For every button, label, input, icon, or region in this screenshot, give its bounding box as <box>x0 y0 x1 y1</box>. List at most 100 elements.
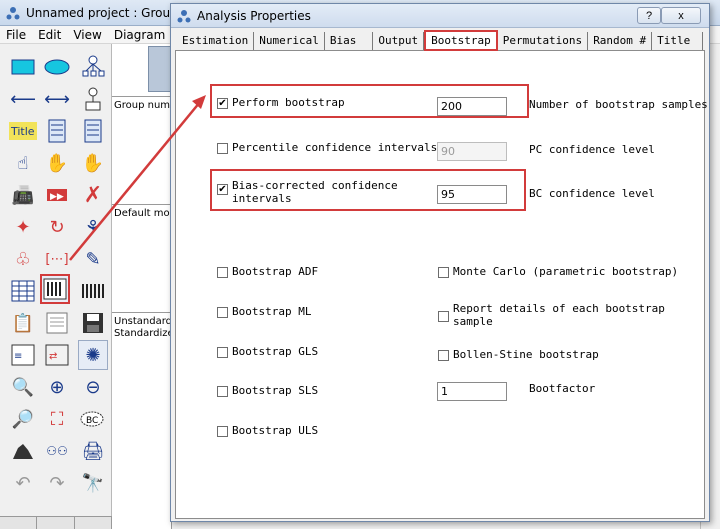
move-object-icon[interactable]: ▶▶ <box>42 180 72 210</box>
bootstrap-uls-label[interactable]: Bootstrap ULS <box>232 424 318 437</box>
help-button[interactable]: ? <box>637 7 661 24</box>
bootstrap-sls-checkbox[interactable] <box>217 386 228 397</box>
rotate-icon[interactable]: ↻ <box>42 212 72 242</box>
drag-properties-icon[interactable]: [⋯] <box>42 244 72 274</box>
analysis-properties-icon[interactable] <box>40 274 70 304</box>
rectangle-icon[interactable] <box>8 52 38 82</box>
check-icon: ✔ <box>218 183 227 195</box>
unique-variable-icon[interactable] <box>78 84 108 114</box>
bootfactor-label: Bootfactor <box>529 382 596 395</box>
touch-up-icon[interactable]: ✺ <box>78 340 108 370</box>
tab-numerical[interactable]: Numerical <box>254 32 325 50</box>
page-view-icon[interactable]: 🔎 <box>8 404 38 434</box>
dialog-titlebar[interactable]: Analysis Properties ? x <box>171 4 709 28</box>
bootstrap-gls-checkbox[interactable] <box>217 347 228 358</box>
menu-edit[interactable]: Edit <box>32 28 67 42</box>
percentile-ci-checkbox[interactable] <box>217 143 228 154</box>
bootstrap-tab-page: ✔ Perform bootstrap 200 Number of bootst… <box>175 50 708 519</box>
bollen-stine-checkbox[interactable] <box>438 350 449 361</box>
indicator-icon[interactable] <box>78 52 108 82</box>
group-number-label[interactable]: Group numb <box>114 100 176 111</box>
copy-object-icon[interactable]: 📠 <box>8 180 38 210</box>
report-details-label[interactable]: Report details of each bootstrap <box>453 302 665 315</box>
tab-estimation[interactable]: Estimation <box>177 32 255 50</box>
tab-title[interactable]: Title <box>652 32 704 50</box>
tab-permutations[interactable]: Permutations <box>498 32 589 50</box>
tab-random[interactable]: Random # <box>588 32 653 50</box>
menu-diagram[interactable]: Diagram <box>108 28 172 42</box>
monte-carlo-label[interactable]: Monte Carlo (parametric bootstrap) <box>453 265 678 278</box>
bayesian-icon[interactable] <box>8 436 38 466</box>
zoom-area-icon[interactable]: ⊕ <box>42 372 72 402</box>
specification-search-icon[interactable]: 🔭 <box>78 468 108 498</box>
menu-file[interactable]: File <box>0 28 32 42</box>
object-properties-icon[interactable]: ≡ <box>8 340 38 370</box>
erase-icon[interactable]: ✗ <box>78 180 108 210</box>
svg-text:Title: Title <box>10 125 35 138</box>
toolbox: ⟵ ⟷ Title ☝ ✋ ✋ 📠 ▶▶ ✗ ✦ ↻ ⚘ ♧ [⋯] ✎ 📋 ≡… <box>0 44 112 529</box>
zoom-in-icon[interactable]: 🔍 <box>8 372 38 402</box>
menu-view[interactable]: View <box>67 28 107 42</box>
report-details-checkbox[interactable] <box>438 311 449 322</box>
list-data-icon[interactable] <box>78 116 108 146</box>
bias-corrected-ci-label-line2[interactable]: intervals <box>232 192 292 205</box>
dialog-title: Analysis Properties <box>197 8 311 23</box>
bootstrap-ml-checkbox[interactable] <box>217 307 228 318</box>
bollen-stine-label[interactable]: Bollen-Stine bootstrap <box>453 348 599 361</box>
drag-icon[interactable]: ⇄ <box>42 340 72 370</box>
multiple-group-icon[interactable]: ⚇⚇ <box>42 436 72 466</box>
loupe-icon[interactable]: BC <box>78 404 108 434</box>
close-icon: x <box>678 9 684 22</box>
bootstrap-samples-field[interactable]: 200 <box>437 97 507 116</box>
undo-icon[interactable]: ↶ <box>8 468 38 498</box>
bc-level-label: BC confidence level <box>529 187 655 200</box>
double-arrow-icon[interactable]: ⟷ <box>42 84 72 114</box>
list-variables-icon[interactable] <box>42 116 72 146</box>
pc-level-field[interactable]: 90 <box>437 142 507 161</box>
monte-carlo-checkbox[interactable] <box>438 267 449 278</box>
bootstrap-ml-label[interactable]: Bootstrap ML <box>232 305 311 318</box>
bootstrap-adf-checkbox[interactable] <box>217 267 228 278</box>
deselect-icon[interactable]: ✋ <box>78 148 108 178</box>
analysis-properties-dialog: Analysis Properties ? x Estimation Numer… <box>170 3 710 522</box>
bootstrap-uls-checkbox[interactable] <box>217 426 228 437</box>
select-all-icon[interactable]: ✋ <box>42 148 72 178</box>
zoom-out-icon[interactable]: ⊖ <box>78 372 108 402</box>
print-icon[interactable]: 🖨 <box>78 436 108 466</box>
tab-bias[interactable]: Bias <box>325 32 374 50</box>
bootstrap-sls-label[interactable]: Bootstrap SLS <box>232 384 318 397</box>
calculate-estimates-icon[interactable] <box>78 276 108 306</box>
bc-level-field[interactable]: 95 <box>437 185 507 204</box>
bootstrap-gls-label[interactable]: Bootstrap GLS <box>232 345 318 358</box>
copy-clipboard-icon[interactable]: 📋 <box>8 308 38 338</box>
bootstrap-adf-label[interactable]: Bootstrap ADF <box>232 265 318 278</box>
svg-text:≡: ≡ <box>14 351 22 362</box>
perform-bootstrap-checkbox[interactable]: ✔ <box>217 98 228 109</box>
ellipse-icon[interactable] <box>42 52 72 82</box>
tab-output[interactable]: Output <box>373 32 425 50</box>
save-icon[interactable] <box>78 308 108 338</box>
reflect-icon[interactable]: ⚘ <box>78 212 108 242</box>
bias-corrected-ci-checkbox[interactable]: ✔ <box>217 184 228 195</box>
single-arrow-icon[interactable]: ⟵ <box>8 84 38 114</box>
move-parameter-icon[interactable]: ✦ <box>8 212 38 242</box>
bootfactor-field[interactable]: 1 <box>437 382 507 401</box>
fit-page-icon[interactable]: ⛶ <box>42 404 72 434</box>
report-details-label-line2[interactable]: sample <box>453 315 493 328</box>
svg-text:▶▶: ▶▶ <box>50 192 64 202</box>
preserve-symmetry-icon[interactable]: ✎ <box>78 244 108 274</box>
perform-bootstrap-label[interactable]: Perform bootstrap <box>232 96 345 109</box>
data-file-icon[interactable] <box>8 276 38 306</box>
bias-corrected-ci-label[interactable]: Bias-corrected confidence <box>232 179 398 192</box>
close-button[interactable]: x <box>661 7 701 24</box>
view-text-icon[interactable] <box>42 308 72 338</box>
select-one-icon[interactable]: ☝ <box>8 148 38 178</box>
percentile-ci-label[interactable]: Percentile confidence intervals <box>232 141 437 154</box>
redo-icon[interactable]: ↷ <box>42 468 72 498</box>
tab-bootstrap[interactable]: Bootstrap <box>424 30 498 51</box>
title-icon[interactable]: Title <box>8 116 38 146</box>
pc-level-label: PC confidence level <box>529 143 655 156</box>
bootstrap-samples-label: Number of bootstrap samples <box>529 98 708 111</box>
toolbox-scroll-strip <box>0 516 112 529</box>
scroll-icon[interactable]: ♧ <box>8 244 38 274</box>
